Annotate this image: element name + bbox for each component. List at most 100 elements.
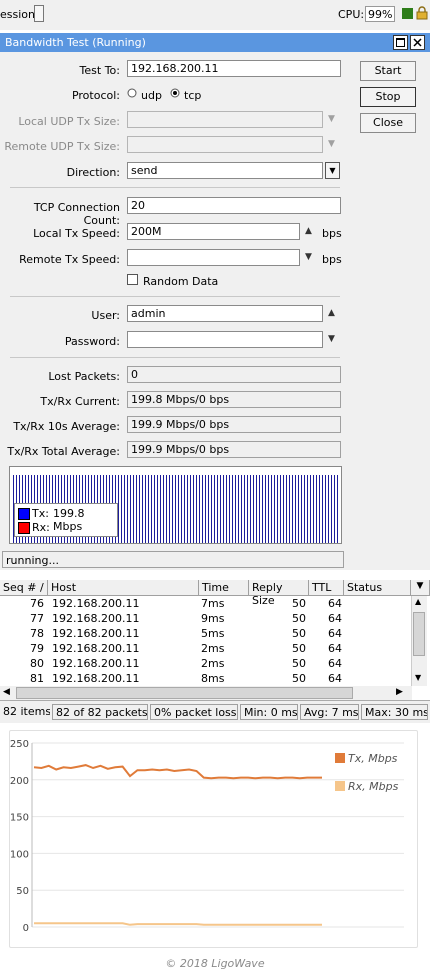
table-row[interactable]: 80 192.168.200.11 2ms 50 64 xyxy=(0,657,412,672)
table-row[interactable]: 78 192.168.200.11 5ms 50 64 xyxy=(0,627,412,642)
txrx-10s-label: Tx/Rx 10s Average: xyxy=(13,420,120,433)
cell-seq: 80 xyxy=(30,657,44,670)
cell-size: 50 xyxy=(292,672,306,685)
chart-y-tick-label: 250 xyxy=(10,739,29,750)
cell-seq: 76 xyxy=(30,597,44,610)
cell-seq: 77 xyxy=(30,612,44,625)
protocol-udp-radio[interactable] xyxy=(127,88,137,101)
cell-ttl: 64 xyxy=(328,612,342,625)
tcp-connection-count-input[interactable]: 20 xyxy=(127,197,341,214)
cell-seq: 78 xyxy=(30,627,44,640)
avg-time: Avg: 7 ms xyxy=(300,704,359,720)
password-input[interactable] xyxy=(127,331,323,348)
column-menu-icon[interactable]: ▼ xyxy=(411,580,430,596)
protocol-tcp-label: tcp xyxy=(184,89,202,102)
table-vertical-scrollbar[interactable]: ▲ ▼ xyxy=(411,596,427,686)
local-tx-speed-input[interactable]: 200M xyxy=(127,223,300,240)
cell-time: 5ms xyxy=(201,627,225,640)
direction-label: Direction: xyxy=(66,166,120,179)
cell-seq: 79 xyxy=(30,642,44,655)
lost-packets-value: 0 xyxy=(127,366,341,383)
cell-host: 192.168.200.11 xyxy=(52,642,140,655)
stop-button[interactable]: Stop xyxy=(360,87,416,107)
txrx-current-value: 199.8 Mbps/0 bps xyxy=(127,391,341,408)
window-title: Bandwidth Test (Running) xyxy=(5,36,146,49)
cell-time: 8ms xyxy=(201,672,225,685)
txrx-total-label: Tx/Rx Total Average: xyxy=(7,445,120,458)
cell-size: 50 xyxy=(292,657,306,670)
ping-table: Seq # / Host Time Reply Size TTL Status … xyxy=(0,580,430,700)
local-tx-speed-collapse-icon[interactable]: ▲ xyxy=(305,226,312,236)
random-data-checkbox[interactable] xyxy=(127,274,138,285)
start-button[interactable]: Start xyxy=(360,61,416,81)
column-header-status[interactable]: Status xyxy=(344,580,411,596)
table-row[interactable]: 79 192.168.200.11 2ms 50 64 xyxy=(0,642,412,657)
chart-y-tick-label: 100 xyxy=(10,849,29,860)
cell-ttl: 64 xyxy=(328,657,342,670)
test-to-input[interactable]: 192.168.200.11 xyxy=(127,60,341,77)
chart-y-tick-label: 50 xyxy=(16,886,29,897)
scroll-left-icon[interactable]: ◀ xyxy=(3,687,10,697)
maximize-icon[interactable] xyxy=(393,35,408,50)
tx-color-swatch xyxy=(18,508,30,520)
close-button[interactable]: Close xyxy=(360,113,416,133)
column-header-ttl[interactable]: TTL xyxy=(309,580,344,596)
horizontal-scroll-thumb[interactable] xyxy=(16,687,353,699)
user-collapse-icon[interactable]: ▲ xyxy=(328,308,335,318)
cell-ttl: 64 xyxy=(328,627,342,640)
lost-packets-label: Lost Packets: xyxy=(48,370,120,383)
scroll-up-icon[interactable]: ▲ xyxy=(415,597,421,606)
remote-tx-speed-unit: bps xyxy=(322,253,342,266)
table-row[interactable]: 76 192.168.200.11 7ms 50 64 xyxy=(0,597,412,612)
local-udp-label: Local UDP Tx Size: xyxy=(18,115,120,128)
tx-legend-label: Tx: xyxy=(32,507,49,520)
chart-legend-label: Tx, Mbps xyxy=(348,752,398,765)
cpu-label: CPU: xyxy=(338,8,365,21)
copyright-credit: © 2018 LigoWave xyxy=(165,957,265,970)
cell-host: 192.168.200.11 xyxy=(52,672,140,685)
cell-ttl: 64 xyxy=(328,597,342,610)
packets-count: 82 of 82 packets ... xyxy=(52,704,148,720)
cell-status xyxy=(346,642,408,657)
table-horizontal-scrollbar[interactable]: ◀ ▶ xyxy=(0,686,412,700)
column-header-seq[interactable]: Seq # / xyxy=(0,580,48,596)
scroll-right-icon[interactable]: ▶ xyxy=(396,687,403,697)
traffic-legend: Tx: 199.8 Mbps Rx: xyxy=(14,503,118,537)
direction-dropdown-icon[interactable]: ▼ xyxy=(325,162,340,179)
test-to-label: Test To: xyxy=(79,64,120,77)
remote-tx-speed-dropdown-icon[interactable]: ▼ xyxy=(305,252,312,262)
vertical-scroll-thumb[interactable] xyxy=(413,612,425,656)
session-checkbox[interactable] xyxy=(34,5,44,22)
lock-icon[interactable] xyxy=(416,6,428,23)
direction-select[interactable]: send xyxy=(127,162,323,179)
password-dropdown-icon[interactable]: ▼ xyxy=(328,334,335,344)
protocol-tcp-radio[interactable] xyxy=(170,88,180,101)
window-titlebar: Bandwidth Test (Running) xyxy=(0,33,430,52)
tcp-connection-count-label: TCP Connection Count: xyxy=(33,201,120,227)
remote-tx-speed-input[interactable] xyxy=(127,249,300,266)
throughput-chart-svg: 0 50 100 150 200 250 Tx, Mbps Rx, Mbps xyxy=(10,739,404,934)
txrx-current-label: Tx/Rx Current: xyxy=(40,395,120,408)
column-header-time[interactable]: Time xyxy=(199,580,249,596)
divider xyxy=(10,296,340,297)
cell-host: 192.168.200.11 xyxy=(52,612,140,625)
table-row[interactable]: 77 192.168.200.11 9ms 50 64 xyxy=(0,612,412,627)
items-count: 82 items xyxy=(0,704,50,720)
cell-time: 7ms xyxy=(201,597,225,610)
rx-legend-label: Rx: xyxy=(32,521,50,534)
user-label: User: xyxy=(91,309,120,322)
chart-y-tick-label: 0 xyxy=(23,923,29,934)
remote-tx-speed-label: Remote Tx Speed: xyxy=(19,253,120,266)
user-input[interactable]: admin xyxy=(127,305,323,322)
close-icon[interactable] xyxy=(410,35,425,50)
cell-host: 192.168.200.11 xyxy=(52,627,140,640)
column-header-host[interactable]: Host xyxy=(48,580,199,596)
status-led-icon xyxy=(402,8,413,19)
table-row[interactable]: 81 192.168.200.11 8ms 50 64 xyxy=(0,672,412,687)
remote-udp-label: Remote UDP Tx Size: xyxy=(4,140,120,153)
top-bar: ession: CPU: 99% xyxy=(0,0,430,30)
txrx-10s-value: 199.9 Mbps/0 bps xyxy=(127,416,341,433)
column-header-reply-size[interactable]: Reply Size xyxy=(249,580,309,607)
scroll-down-icon[interactable]: ▼ xyxy=(415,673,421,682)
protocol-udp-label: udp xyxy=(141,89,162,102)
